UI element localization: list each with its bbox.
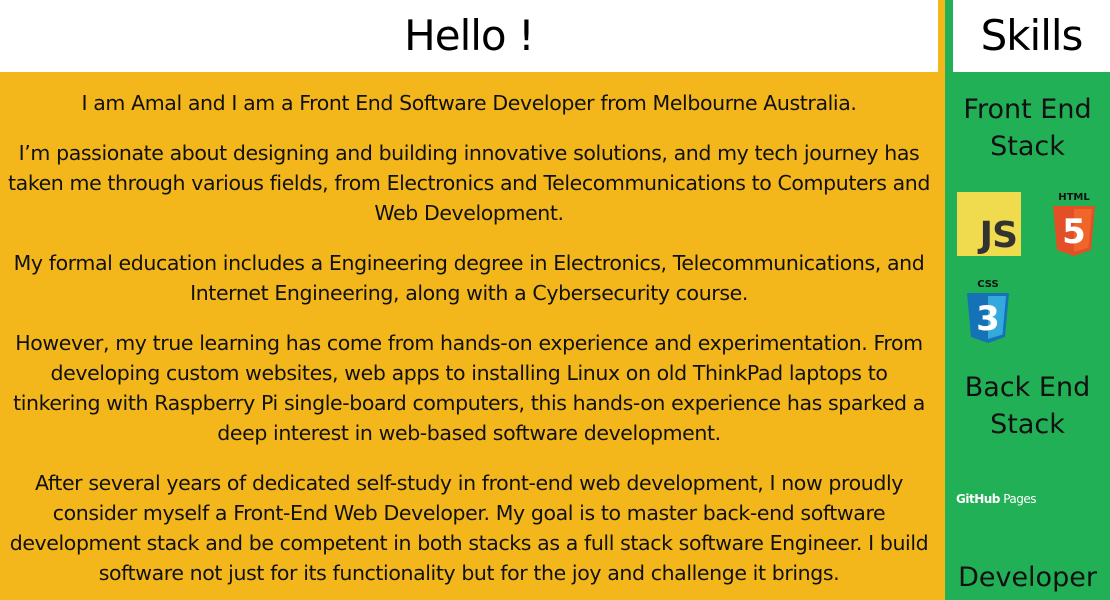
html5-label: HTML [1058,192,1090,203]
html5-digit: 5 [1062,212,1086,252]
html5-icon: HTML 5 [1053,192,1095,256]
main-header: Hello ! [0,0,938,72]
developer-title: Developer [958,562,1097,593]
skills-title: Skills [980,11,1084,60]
about-section: Hello ! I am Amal and I am a Front End S… [0,0,938,600]
intro-paragraph: I am Amal and I am a Front End Software … [81,91,857,115]
page-title: Hello ! [404,11,535,60]
css3-label: CSS [977,279,998,290]
about-text: I am Amal and I am a Front End Software … [0,72,938,600]
divider [938,0,945,600]
experience-paragraph: However, my true learning has come from … [13,331,925,445]
education-paragraph: My formal education includes a Engineeri… [13,251,925,305]
skills-sidebar: Skills Front End Stack JS HTML 5 CSS 3 Ba… [945,0,1110,600]
skills-header: Skills [953,0,1110,72]
github-pages-icon: GitHub Pages [956,492,1037,506]
passion-paragraph: I’m passionate about designing and build… [8,141,930,225]
goals-paragraph: After several years of dedicated self-st… [9,471,929,585]
css3-digit: 3 [976,299,1000,339]
github-brand: GitHub [956,492,1000,506]
github-pages-word: Pages [1003,492,1037,506]
back-end-stack-title: Back End Stack [964,372,1091,440]
javascript-icon: JS [957,192,1021,256]
css3-icon: CSS 3 [967,279,1009,343]
front-end-stack-title: Front End Stack [963,94,1092,162]
